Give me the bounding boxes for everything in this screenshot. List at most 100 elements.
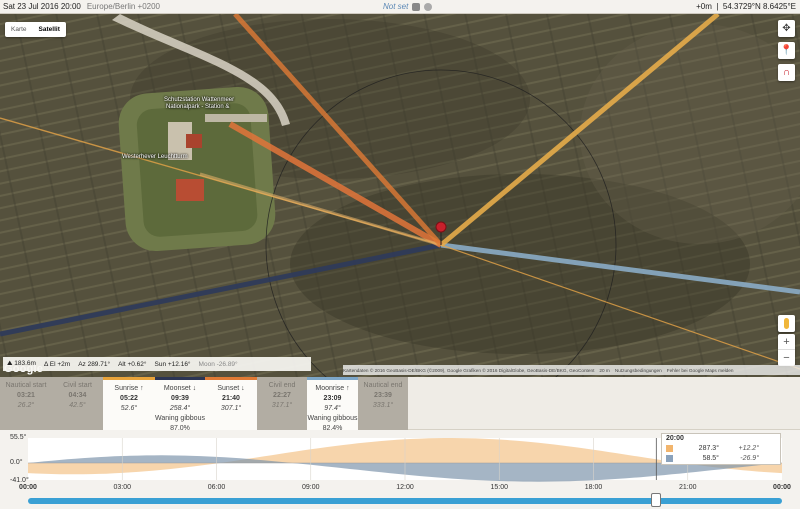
location-status-text[interactable]: Not set: [383, 2, 408, 11]
timezone-display[interactable]: Europe/Berlin +0200: [87, 2, 160, 11]
arrow-down-icon: ↓: [192, 385, 197, 392]
event-sunrise[interactable]: Sunrise ↑ 05:22 52.6°: [103, 377, 155, 430]
event-label: Civil start: [63, 382, 92, 389]
event-time: 21:40: [222, 395, 240, 402]
y-label-min: -41.0°: [10, 477, 29, 484]
height-text: 183.6m: [14, 360, 36, 367]
event-moonrise[interactable]: Moonrise ↑ 23:09 97.4° Waning gibbous 82.4%: [307, 377, 358, 432]
time-scrubber[interactable]: [28, 498, 782, 504]
place-label: Westerhever Leuchtturm: [122, 154, 188, 160]
fullscreen-button[interactable]: ✥: [778, 20, 795, 37]
event-label-text: Moonset: [163, 385, 191, 392]
event-moon-phase: Waning gibbous: [307, 415, 358, 422]
event-label: Nautical end: [363, 382, 403, 389]
event-azimuth: 307.1°: [220, 405, 242, 412]
marker-button[interactable]: 📍: [778, 42, 795, 59]
event-label-text: Sunrise: [114, 385, 139, 392]
settings-icon[interactable]: [424, 2, 433, 11]
x-tick-label: 00:00: [19, 484, 37, 491]
coordinates-value: 54.3729°N 8.6425°E: [722, 2, 796, 11]
x-tick-label: 21:00: [678, 484, 697, 491]
event-nautical-start[interactable]: Nautical start 03:21 26.2°: [0, 377, 52, 430]
event-sunset[interactable]: Sunset ↓ 21:40 307.1°: [205, 377, 257, 430]
legend-sun-row: 287.3° +12.2°: [662, 443, 780, 453]
satellite-map[interactable]: Karte Satellit Schutzstation Wattenmeer …: [0, 14, 800, 377]
event-moonset[interactable]: Moonset ↓ 09:39 258.4° Waning gibbous 87.0%: [155, 377, 205, 432]
scale-label: 20 m: [599, 367, 610, 373]
magnet-button[interactable]: ∩: [778, 64, 795, 81]
place-label: Nationalpark - Station &: [166, 104, 230, 110]
event-label: Moonrise ↑: [307, 384, 358, 394]
lock-icon[interactable]: [412, 2, 421, 11]
map-type-toggle: Karte Satellit: [5, 22, 66, 37]
time-scrubber-handle[interactable]: [651, 493, 662, 507]
delta-el: Δ El +2m: [44, 361, 70, 368]
height-value: ⛰ 183.6m: [7, 360, 36, 368]
info-strip: ⛰ 183.6m Δ El +2m Az 289.71° Alt +0.62° …: [3, 357, 311, 371]
x-tick-label: 03:00: [113, 484, 132, 491]
event-civil-start[interactable]: Civil start 04:34 42.5°: [52, 377, 103, 430]
event-azimuth: 97.4°: [324, 405, 341, 412]
datetime-display[interactable]: Sat 23 Jul 2016 20:00: [3, 2, 81, 11]
x-tick-label: 12:00: [396, 484, 414, 491]
event-label: Sunrise ↑: [103, 384, 155, 394]
arrow-up-icon: ↑: [346, 385, 350, 392]
terms-link[interactable]: Nutzungsbedingungen: [615, 368, 662, 373]
event-label: Sunset ↓: [205, 384, 257, 394]
event-azimuth: 52.6°: [120, 405, 138, 412]
moon-swatch: [666, 454, 673, 462]
moon-altitude-value: Moon -26.89°: [198, 360, 238, 368]
report-link[interactable]: Fehler bei Google Maps melden: [667, 368, 734, 373]
y-label-zero: 0.0°: [10, 459, 23, 466]
event-time: 04:34: [68, 392, 87, 399]
y-label-max: 55.5°: [10, 434, 27, 441]
legend-sun-az: 287.3°: [698, 444, 719, 452]
map-type-satellit[interactable]: Satellit: [33, 22, 66, 37]
event-azimuth: 258.4°: [169, 405, 191, 412]
event-label-text: Sunset: [217, 385, 240, 392]
coordinates-display[interactable]: +0m | 54.3729°N 8.6425°E: [696, 2, 796, 11]
zoom-in-button[interactable]: +: [778, 334, 795, 350]
x-tick-label: 06:00: [207, 484, 226, 491]
location-status: Not set: [383, 2, 433, 11]
zoom-out-button[interactable]: −: [778, 350, 795, 366]
sun-altitude-value: Sun +12.16°: [154, 360, 191, 368]
top-bar: Sat 23 Jul 2016 20:00 Europe/Berlin +020…: [0, 0, 800, 14]
arrow-down-icon: ↓: [241, 385, 245, 392]
magnet-icon: ∩: [782, 67, 791, 78]
delta-el-value: +2m: [57, 360, 71, 368]
altitude-timeline[interactable]: 55.5° 0.0° -41.0° 00:00 03:00 06:00 09:00 12…: [0, 430, 800, 509]
legend-time: 20:00: [666, 435, 684, 442]
marker-icon: 📍: [780, 45, 793, 56]
x-tick-label: 18:00: [584, 484, 603, 491]
satellite-imagery: [0, 14, 800, 377]
legend-moon-az: 58.5°: [702, 454, 719, 462]
x-tick-label: 09:00: [301, 484, 320, 491]
map-type-karte[interactable]: Karte: [5, 22, 33, 37]
azimuth-value: Az 289.71°: [78, 360, 111, 368]
event-label: Civil end: [268, 382, 296, 389]
event-time: 03:21: [17, 392, 35, 399]
event-moon-phase: Waning gibbous: [155, 415, 205, 422]
legend-moon-row: 58.5° -26.9°: [662, 453, 780, 463]
x-tick-label: 15:00: [490, 484, 509, 491]
zoom-control: + −: [778, 334, 795, 366]
legend-moon-alt: -26.9°: [740, 454, 759, 462]
timeline-legend: 20:00 287.3° +12.2° 58.5° -26.9°: [661, 433, 781, 465]
event-time: 23:09: [323, 395, 342, 402]
pegman-icon[interactable]: [778, 315, 795, 332]
delta-el-label: Δ El: [43, 360, 56, 368]
event-civil-end[interactable]: Civil end 22:27 317.1°: [257, 377, 307, 430]
event-time: 23:39: [374, 392, 392, 399]
event-azimuth: 317.1°: [271, 402, 293, 409]
event-label-text: Moonrise: [315, 385, 345, 392]
events-panel: Nautical start 03:21 26.2° Civil start 04:34…: [0, 377, 800, 432]
coords-divider: |: [714, 2, 721, 11]
place-label: Schutzstation Wattenmeer: [164, 97, 235, 103]
elevation-value: +0m: [696, 2, 712, 11]
sun-swatch: [666, 444, 673, 452]
event-label: Nautical start: [5, 382, 47, 389]
height-icon: ⛰: [7, 360, 13, 367]
event-nautical-end[interactable]: Nautical end 23:39 333.1°: [358, 377, 408, 430]
event-time: 22:27: [273, 392, 291, 399]
